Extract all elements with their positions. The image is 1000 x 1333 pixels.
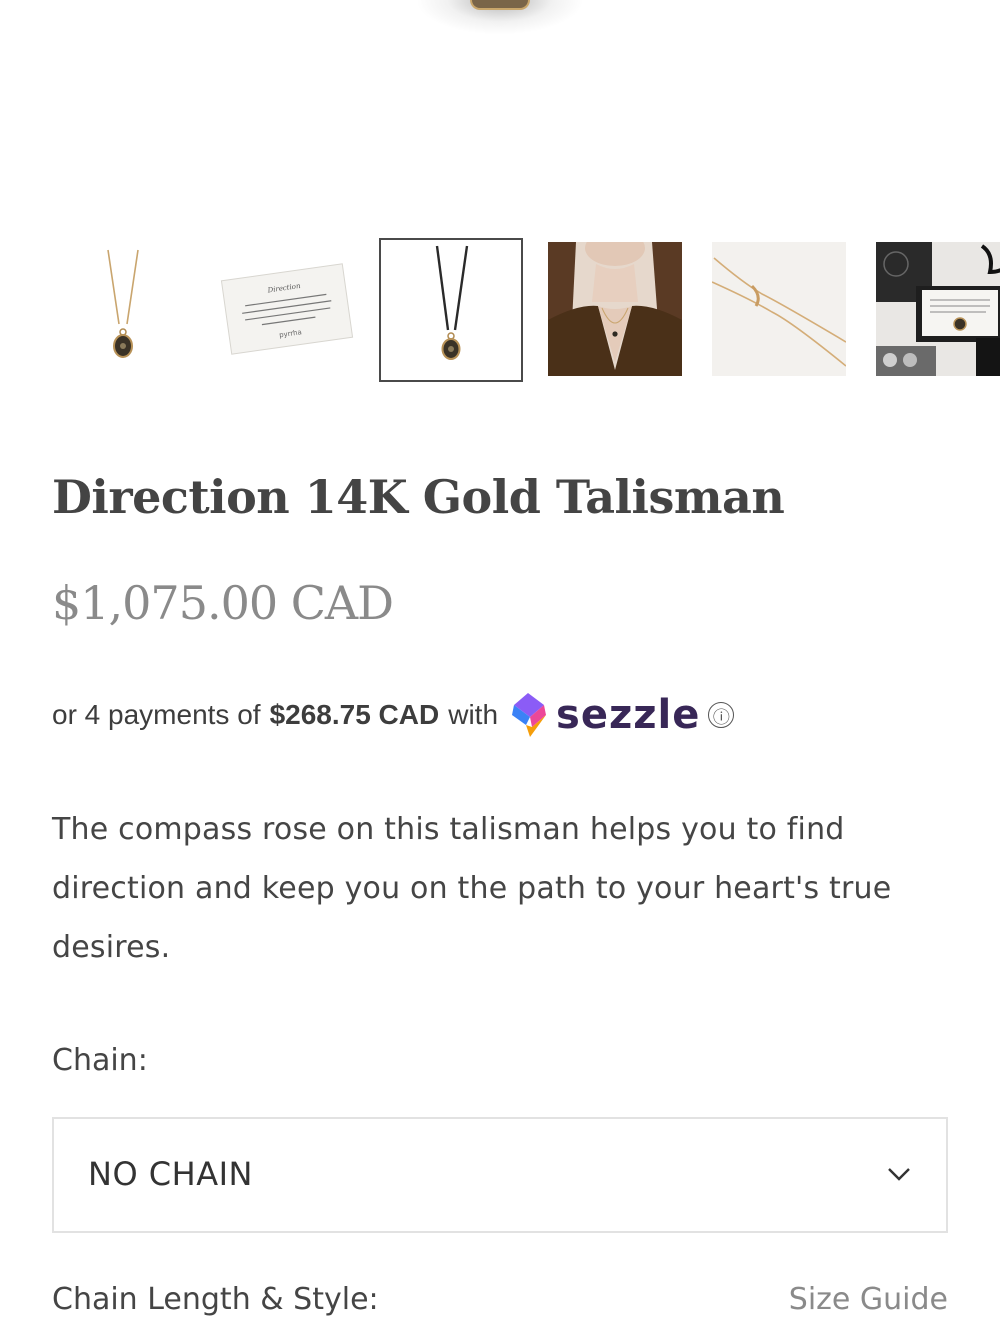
installment-message: or 4 payments of $268.75 CAD with sezzle… [52, 690, 735, 740]
thumbnail-pendant-black-cord[interactable] [379, 238, 523, 382]
sezzle-wordmark: sezzle [556, 692, 701, 738]
chevron-down-icon [888, 1168, 910, 1181]
product-price: $1,075.00 CAD [52, 576, 394, 630]
chain-label: Chain: [52, 1043, 148, 1078]
meaning-card-image: Direction pyrrha [220, 242, 354, 376]
product-title: Direction 14K Gold Talisman [52, 470, 785, 524]
installment-with: with [448, 699, 499, 730]
thumbnail-model-wearing[interactable] [548, 242, 682, 376]
installment-prefix: or 4 payments of [52, 699, 261, 730]
hero-product-image [0, 0, 1000, 60]
thumbnail-packaging[interactable] [876, 242, 1000, 376]
model-wearing-image [548, 242, 682, 376]
hero-pendant [470, 0, 530, 10]
chain-length-label: Chain Length & Style: [52, 1282, 379, 1317]
chain-select[interactable]: NO CHAIN [52, 1117, 948, 1233]
pendant-black-cord-image [381, 240, 521, 380]
info-icon[interactable]: ⓘ [708, 702, 735, 728]
packaging-image [876, 242, 1000, 376]
thumbnail-chain-detail[interactable] [712, 242, 846, 376]
thumbnail-gallery: Direction pyrrha [0, 238, 1000, 382]
thumbnail-meaning-card[interactable]: Direction pyrrha [220, 242, 354, 376]
chain-select-value: NO CHAIN [88, 1155, 253, 1193]
pendant-gold-chain-image [56, 242, 190, 376]
product-description: The compass rose on this talisman helps … [52, 812, 892, 965]
sezzle-logo-icon [508, 691, 550, 739]
thumbnail-pendant-gold-chain[interactable] [56, 242, 190, 376]
installment-amount: $268.75 CAD [269, 699, 440, 730]
size-guide-link[interactable]: Size Guide [789, 1282, 948, 1317]
chain-detail-image [712, 242, 846, 376]
